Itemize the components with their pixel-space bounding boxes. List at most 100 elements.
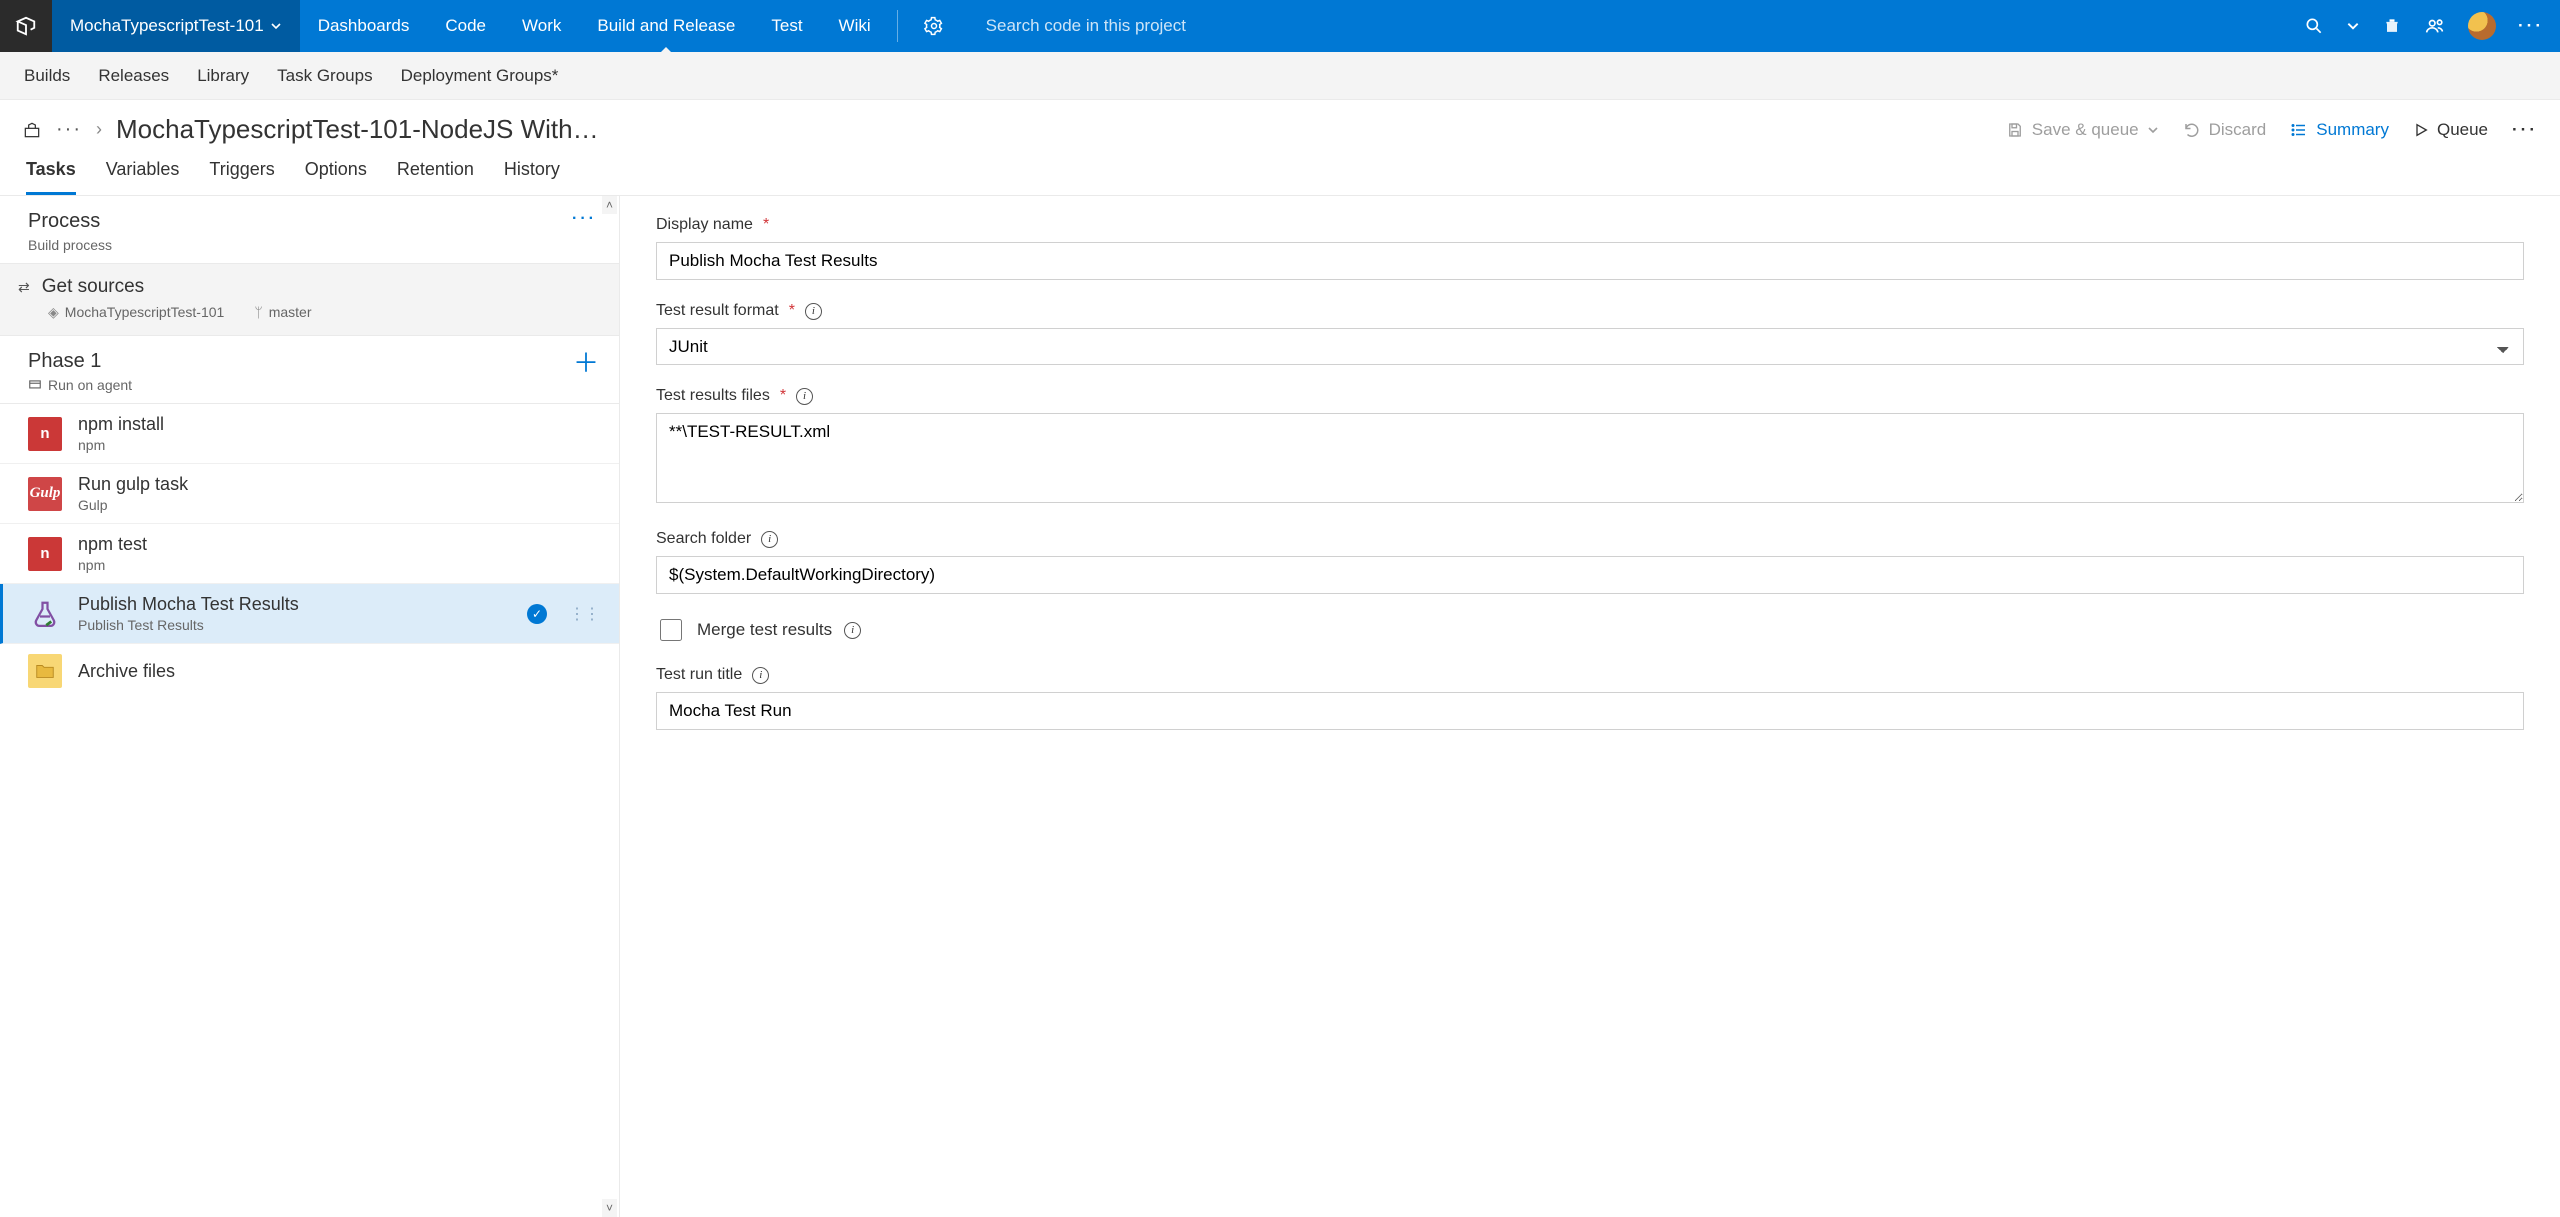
task-title: Archive files <box>78 661 175 682</box>
subnav-builds[interactable]: Builds <box>24 66 70 86</box>
global-topbar: MochaTypescriptTest-101 Dashboards Code … <box>0 0 2560 52</box>
vsts-logo[interactable] <box>0 0 52 52</box>
discard-button[interactable]: Discard <box>2183 120 2267 140</box>
flask-icon <box>28 597 62 631</box>
nav-dashboards[interactable]: Dashboards <box>300 0 428 52</box>
global-search <box>972 0 2304 52</box>
info-icon[interactable]: i <box>844 622 861 639</box>
nav-code[interactable]: Code <box>427 0 504 52</box>
phase-title: Phase 1 <box>28 350 132 373</box>
subnav-deployment-groups[interactable]: Deployment Groups* <box>401 66 559 86</box>
definition-toolbar: Save & queue Discard Summary Queue ··· <box>2006 120 2538 140</box>
search-input[interactable] <box>984 15 1340 37</box>
tab-options[interactable]: Options <box>305 159 367 195</box>
get-sources-node[interactable]: ⇄ Get sources MochaTypescriptTest-101 ma… <box>0 263 619 336</box>
nav-divider <box>897 10 898 42</box>
folder-icon <box>28 654 62 688</box>
subnav-releases[interactable]: Releases <box>98 66 169 86</box>
get-sources-title: Get sources <box>42 276 144 298</box>
summary-button[interactable]: Summary <box>2290 120 2389 140</box>
task-row-npm-install[interactable]: n npm install npm <box>0 404 619 464</box>
project-picker[interactable]: MochaTypescriptTest-101 <box>52 0 300 52</box>
info-icon[interactable]: i <box>752 667 769 684</box>
tab-history[interactable]: History <box>504 159 560 195</box>
display-name-label: Display name <box>656 216 753 234</box>
info-icon[interactable]: i <box>796 388 813 405</box>
task-row-archive[interactable]: Archive files <box>0 644 619 698</box>
filter-icon: ⇄ <box>18 279 28 296</box>
required-marker: * <box>789 302 795 320</box>
scroll-down-icon[interactable]: ˅ <box>602 1199 617 1217</box>
task-row-publish-results[interactable]: Publish Mocha Test Results Publish Test … <box>0 584 619 644</box>
merge-results-checkbox[interactable] <box>660 619 682 641</box>
nav-test[interactable]: Test <box>753 0 820 52</box>
hub-subnav: Builds Releases Library Task Groups Depl… <box>0 52 2560 100</box>
task-title: Run gulp task <box>78 474 188 495</box>
tab-variables[interactable]: Variables <box>106 159 180 195</box>
run-title-input[interactable] <box>656 692 2524 730</box>
subnav-library[interactable]: Library <box>197 66 249 86</box>
process-overflow[interactable]: ··· <box>572 210 597 228</box>
source-branch: master <box>254 304 311 321</box>
display-name-input[interactable] <box>656 242 2524 280</box>
agent-icon <box>28 378 42 392</box>
task-title: Publish Mocha Test Results <box>78 594 299 615</box>
gulp-icon: Gulp <box>28 477 62 511</box>
chevron-down-icon <box>2147 124 2159 136</box>
phase-node[interactable]: Phase 1 Run on agent ＋ <box>0 336 619 404</box>
tab-tasks[interactable]: Tasks <box>26 159 76 195</box>
task-title: npm install <box>78 414 164 435</box>
test-files-textarea[interactable]: **\TEST-RESULT.xml <box>656 413 2524 503</box>
test-format-label: Test result format <box>656 302 779 320</box>
npm-icon: n <box>28 537 62 571</box>
build-definition-icon <box>22 120 42 140</box>
save-icon <box>2006 121 2024 139</box>
merge-results-label: Merge test results <box>697 620 832 640</box>
save-and-queue-button[interactable]: Save & queue <box>2006 120 2159 140</box>
nav-wiki[interactable]: Wiki <box>821 0 889 52</box>
task-row-gulp[interactable]: Gulp Run gulp task Gulp <box>0 464 619 524</box>
info-icon[interactable]: i <box>805 303 822 320</box>
test-format-select[interactable]: JUnit <box>656 328 2524 365</box>
subnav-task-groups[interactable]: Task Groups <box>277 66 372 86</box>
undo-icon <box>2183 121 2201 139</box>
settings-gear[interactable] <box>906 0 962 52</box>
definition-title: MochaTypescriptTest-101-NodeJS With… <box>116 114 599 145</box>
definition-titlebar: ··· › MochaTypescriptTest-101-NodeJS Wit… <box>0 100 2560 145</box>
user-avatar[interactable] <box>2468 12 2496 40</box>
chevron-down-icon <box>270 20 282 32</box>
people-icon[interactable] <box>2424 15 2446 37</box>
required-marker: * <box>780 387 786 405</box>
nav-work[interactable]: Work <box>504 0 579 52</box>
process-node[interactable]: Process Build process ··· <box>0 196 619 263</box>
tab-triggers[interactable]: Triggers <box>209 159 274 195</box>
info-icon[interactable]: i <box>761 531 778 548</box>
drag-handle-icon[interactable]: ⋮⋮ <box>563 604 599 624</box>
task-subtitle: npm <box>78 437 164 453</box>
task-subtitle: Publish Test Results <box>78 617 299 633</box>
search-folder-input[interactable] <box>656 556 2524 594</box>
marketplace-icon[interactable] <box>2382 16 2402 36</box>
search-icon[interactable] <box>2304 16 2324 36</box>
task-subtitle: Gulp <box>78 497 188 513</box>
list-icon <box>2290 121 2308 139</box>
task-title: npm test <box>78 534 147 555</box>
required-marker: * <box>763 216 769 234</box>
queue-button[interactable]: Queue <box>2413 120 2488 140</box>
task-row-npm-test[interactable]: n npm test npm <box>0 524 619 584</box>
task-subtitle: npm <box>78 557 147 573</box>
tab-retention[interactable]: Retention <box>397 159 474 195</box>
breadcrumb-overflow[interactable]: ··· <box>56 118 82 141</box>
add-task-button[interactable]: ＋ <box>573 350 599 376</box>
overflow-menu[interactable]: ··· <box>2518 16 2544 36</box>
nav-build-release[interactable]: Build and Release <box>579 0 753 52</box>
scroll-up-icon[interactable]: ˄ <box>602 196 617 214</box>
source-repo: MochaTypescriptTest-101 <box>48 304 224 321</box>
project-name: MochaTypescriptTest-101 <box>70 16 264 36</box>
search-folder-label: Search folder <box>656 530 751 548</box>
task-enabled-badge[interactable]: ✓ <box>527 604 547 624</box>
test-files-label: Test results files <box>656 387 770 405</box>
search-scope-chevron[interactable] <box>2346 19 2360 33</box>
editor-tabs: Tasks Variables Triggers Options Retenti… <box>0 145 2560 196</box>
toolbar-overflow[interactable]: ··· <box>2512 120 2538 140</box>
